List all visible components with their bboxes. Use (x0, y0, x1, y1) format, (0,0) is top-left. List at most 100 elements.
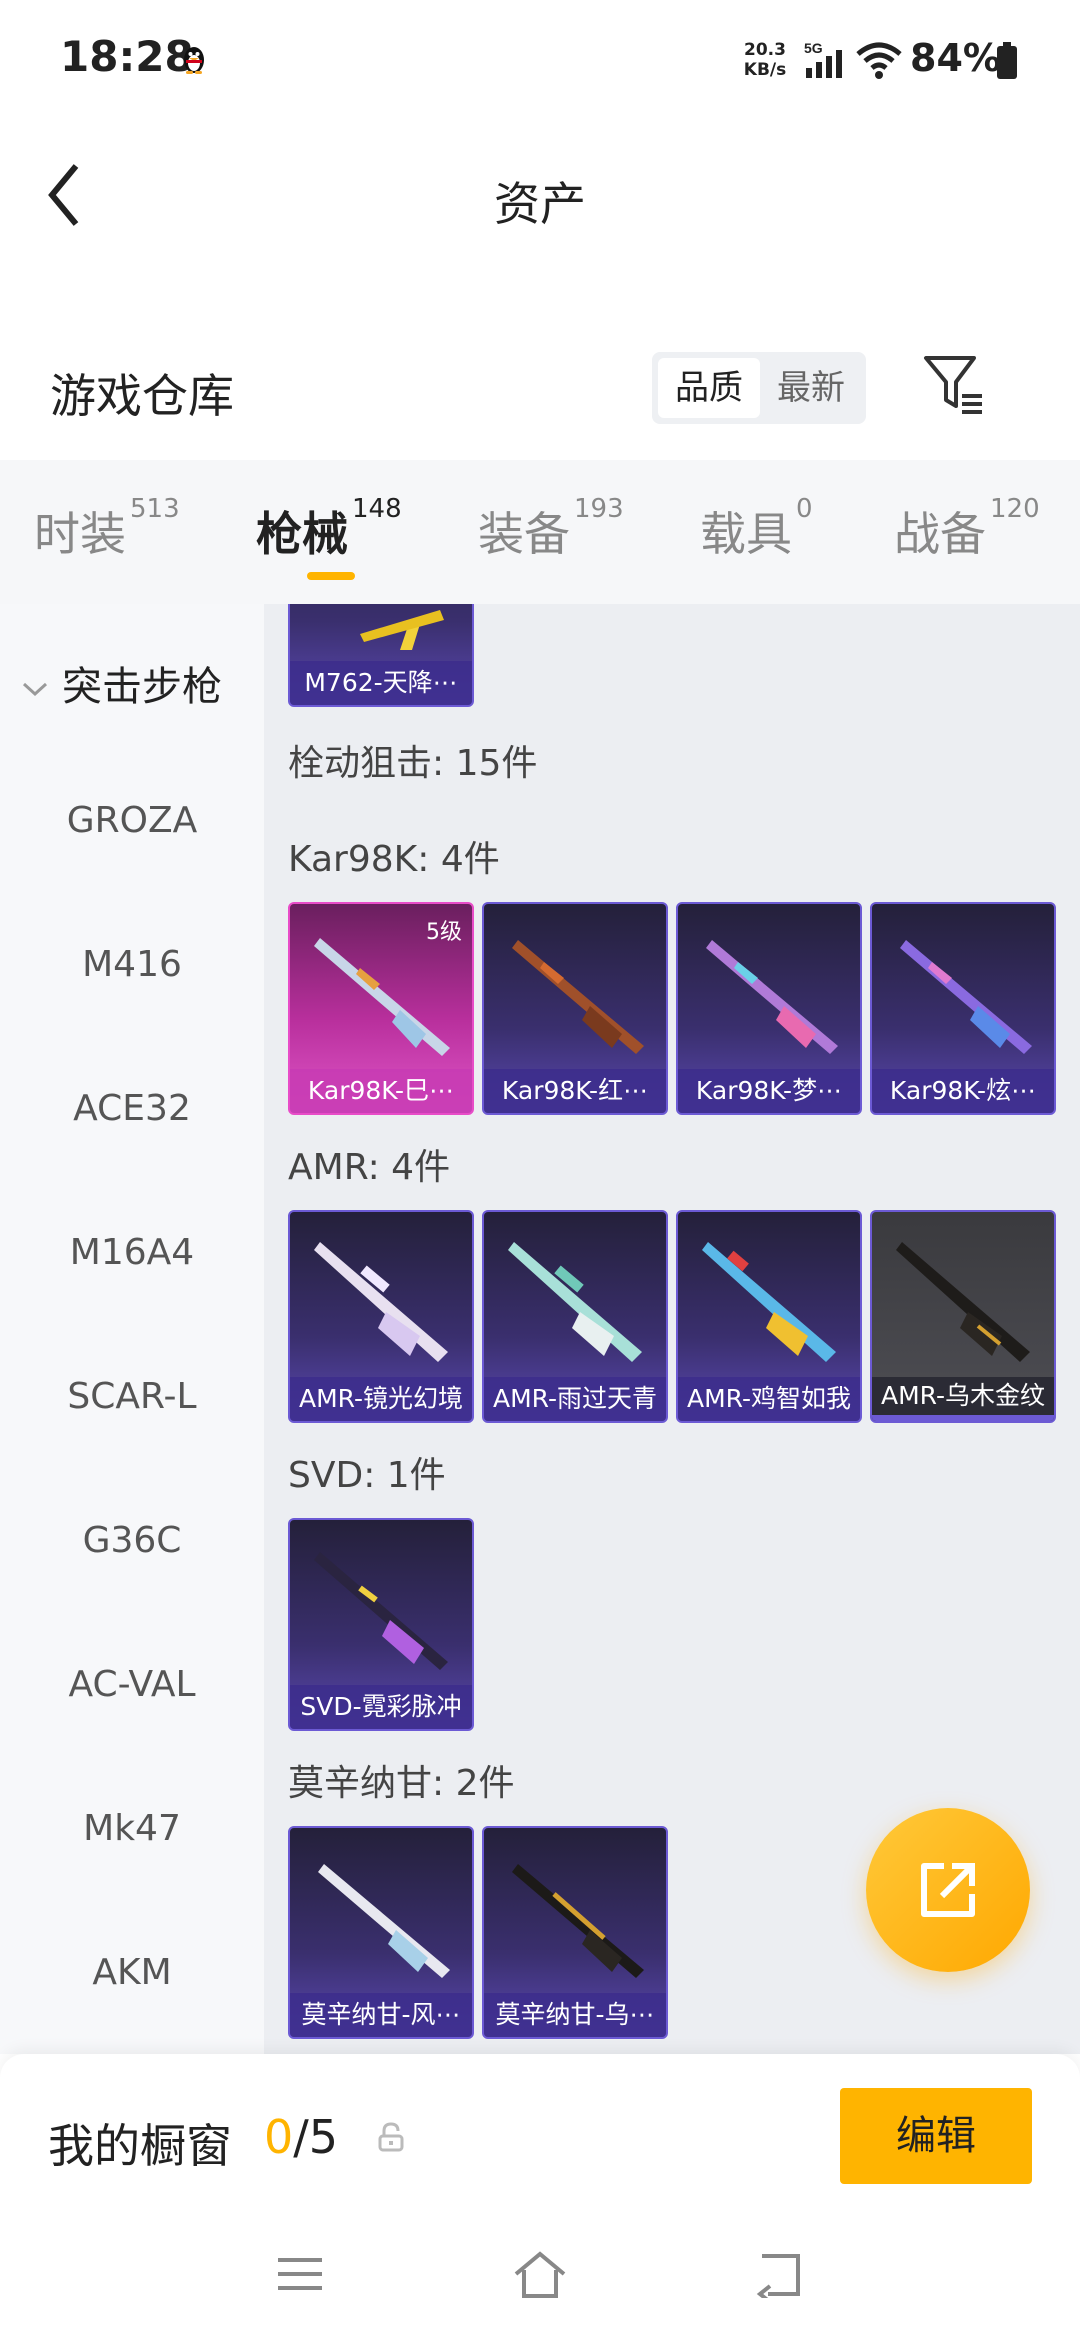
menu-icon[interactable] (276, 2254, 324, 2294)
tab-label: 时装 (34, 507, 126, 561)
group-label-amr: AMR: 4件 (288, 1147, 451, 1188)
battery-icon (997, 42, 1017, 79)
page-title: 资产 (494, 177, 586, 231)
sniper-rifle-icon (896, 1242, 1030, 1362)
lock-icon (378, 2122, 404, 2152)
tab-label: 枪械 (256, 507, 348, 561)
active-tab-indicator (307, 572, 355, 580)
net-speed-unit: KB/s (743, 60, 787, 80)
weapon-card[interactable]: 莫辛纳甘-风⋯ (288, 1826, 474, 2039)
sidebar-item-g36c[interactable]: G36C (0, 1520, 264, 1561)
sort-by-newest[interactable]: 最新 (760, 358, 862, 418)
sniper-rifle-icon (314, 1552, 448, 1670)
warehouse-title: 游戏仓库 (50, 369, 234, 423)
weapon-card-name: Kar98K-巳⋯ (290, 1069, 472, 1113)
weapon-card-name: AMR-乌木金纹 (872, 1377, 1054, 1421)
qq-penguin-icon (184, 47, 204, 74)
home-icon[interactable] (512, 2250, 568, 2300)
weapon-card-name: 莫辛纳甘-乌⋯ (484, 1993, 666, 2037)
tab-equipment[interactable]: 装备 193 (478, 494, 624, 564)
showcase-bar: 我的橱窗 0/5 编辑 (0, 2054, 1080, 2344)
group-label-mosin: 莫辛纳甘: 2件 (288, 1763, 515, 1804)
rifle-icon (900, 940, 1032, 1054)
weapon-card[interactable]: Kar98K-梦⋯ (676, 902, 862, 1115)
showcase-total: /5 (293, 2110, 339, 2164)
sidebar-item-mk47[interactable]: Mk47 (0, 1808, 264, 1849)
sidebar-item-groza[interactable]: GROZA (0, 800, 264, 841)
weapon-category-sidebar: 突击步枪 GROZA M416 ACE32 M16A4 SCAR-L G36C … (0, 604, 264, 2054)
weapon-card-name: Kar98K-炫⋯ (872, 1069, 1054, 1113)
back-nav-icon[interactable] (754, 2250, 806, 2298)
weapon-card[interactable]: AMR-乌木金纹 (870, 1210, 1056, 1423)
filter-icon[interactable] (922, 354, 986, 418)
sidebar-category-label: 突击步枪 (62, 664, 222, 710)
showcase-current: 0 (264, 2110, 294, 2164)
sidebar-item-m416[interactable]: M416 (0, 944, 264, 985)
network-type: 5G (804, 40, 823, 56)
rifle-icon (318, 1864, 450, 1978)
sniper-rifle-icon (508, 1242, 642, 1362)
tab-supplies[interactable]: 战备 120 (894, 494, 1040, 564)
tab-count: 120 (990, 494, 1040, 524)
sniper-rifle-icon (314, 1242, 448, 1362)
rifle-icon (512, 1864, 644, 1978)
edit-showcase-button[interactable]: 编辑 (840, 2088, 1032, 2184)
weapon-card[interactable]: Kar98K-炫⋯ (870, 902, 1056, 1115)
weapon-card-name: AMR-雨过天青 (484, 1377, 666, 1421)
sidebar-item-m16a4[interactable]: M16A4 (0, 1232, 264, 1273)
rifle-icon (360, 610, 444, 650)
tab-label: 载具 (700, 507, 792, 561)
section-title: 栓动狙击: 15件 (288, 743, 538, 784)
showcase-count: 0/5 (264, 2110, 338, 2164)
sidebar-category-header[interactable]: 突击步枪 (20, 654, 222, 712)
tab-count: 513 (130, 494, 180, 524)
sidebar-item-scar-l[interactable]: SCAR-L (0, 1376, 264, 1417)
showcase-label: 我的橱窗 (48, 2119, 232, 2173)
weapon-card-name: Kar98K-梦⋯ (678, 1069, 860, 1113)
weapon-card[interactable]: SVD-霓彩脉冲 (288, 1518, 474, 1731)
tab-vehicles[interactable]: 载具 0 (700, 494, 813, 564)
rifle-icon (314, 938, 450, 1056)
tab-label: 装备 (478, 507, 570, 561)
sort-by-quality[interactable]: 品质 (658, 358, 760, 418)
top-header: 资产 (0, 120, 1080, 270)
weapon-card[interactable]: AMR-鸡智如我 (676, 1210, 862, 1423)
status-bar: 18:28 20.3 KB/s 5G 84% (0, 0, 1080, 120)
weapon-card-name: M762-天降⋯ (290, 661, 472, 705)
group-label-kar98k: Kar98K: 4件 (288, 839, 500, 880)
tab-label: 战备 (894, 507, 986, 561)
rifle-icon (512, 940, 644, 1054)
weapon-card[interactable]: 5级 Kar98K-巳⋯ (288, 902, 474, 1115)
wifi-icon (856, 42, 902, 79)
battery-percent: 84% (910, 36, 1001, 80)
tab-weapons[interactable]: 枪械 148 (256, 494, 402, 564)
tab-outfits[interactable]: 时装 513 (34, 494, 180, 564)
sidebar-item-akm[interactable]: AKM (0, 1952, 264, 1993)
weapon-card[interactable]: Kar98K-红⋯ (482, 902, 668, 1115)
category-tabs: 时装 513 枪械 148 装备 193 载具 0 战备 120 (0, 460, 1080, 604)
sidebar-item-ac-val[interactable]: AC-VAL (0, 1664, 264, 1705)
chevron-down-icon (22, 682, 48, 697)
tab-count: 193 (574, 494, 624, 524)
weapon-card[interactable]: M762-天降⋯ (288, 604, 474, 707)
assets-page: 18:28 20.3 KB/s 5G 84% 资产 游戏仓库 品质 最新 时装 … (0, 0, 1080, 2344)
weapon-card-name: SVD-霓彩脉冲 (290, 1685, 472, 1729)
weapon-card[interactable]: 莫辛纳甘-乌⋯ (482, 1826, 668, 2039)
weapon-card-name: 莫辛纳甘-风⋯ (290, 1993, 472, 2037)
rifle-icon (706, 940, 838, 1054)
status-time: 18:28 (60, 32, 194, 81)
weapon-card[interactable]: AMR-雨过天青 (482, 1210, 668, 1423)
share-external-icon (921, 1863, 975, 1917)
sort-toggle: 品质 最新 (652, 352, 866, 424)
group-label-svd: SVD: 1件 (288, 1455, 446, 1496)
weapon-card-name: AMR-鸡智如我 (678, 1377, 860, 1421)
net-speed-value: 20.3 (744, 40, 786, 60)
share-button[interactable] (866, 1808, 1030, 1972)
signal-icon: 5G (804, 40, 842, 78)
weapon-card-name: Kar98K-红⋯ (484, 1069, 666, 1113)
sidebar-item-ace32[interactable]: ACE32 (0, 1088, 264, 1129)
tab-count: 148 (352, 494, 402, 524)
weapon-card[interactable]: AMR-镜光幻境 (288, 1210, 474, 1423)
net-speed: 20.3 KB/s (740, 40, 790, 80)
weapon-card-name: AMR-镜光幻境 (290, 1377, 472, 1421)
